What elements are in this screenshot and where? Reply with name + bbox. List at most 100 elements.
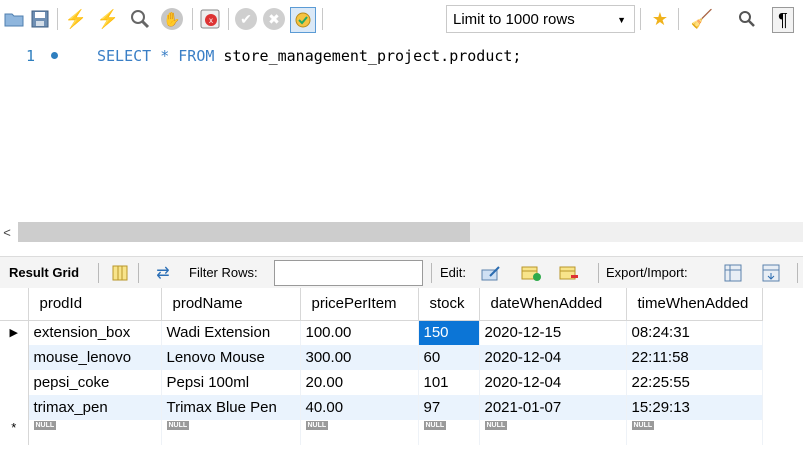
scrollbar-thumb[interactable]	[18, 222, 470, 242]
invisible-chars-icon[interactable]: ¶	[772, 7, 794, 33]
line-number: 1	[26, 47, 36, 65]
explain-icon[interactable]	[128, 7, 152, 31]
header-row: prodId prodName pricePerItem stock dateW…	[0, 288, 763, 321]
table-cell[interactable]: 2020-12-15	[479, 320, 627, 345]
null-badge: NULL	[305, 421, 329, 430]
table-cell[interactable]: 08:24:31	[626, 320, 763, 345]
result-table: prodId prodName pricePerItem stock dateW…	[0, 288, 763, 445]
delete-row-icon[interactable]	[558, 262, 580, 284]
table-cell[interactable]: 97	[418, 395, 480, 420]
autocommit-icon[interactable]	[290, 7, 316, 33]
table-cell[interactable]: 100.00	[300, 320, 419, 345]
new-row-marker[interactable]: *	[0, 420, 29, 445]
sql-keyword-select: SELECT	[97, 47, 152, 65]
result-toolbar: Result Grid ⇄ Filter Rows: Edit: Export/…	[0, 256, 803, 290]
table-row[interactable]: ▶ extension_box Wadi Extension 100.00 15…	[0, 320, 763, 345]
add-row-icon[interactable]	[520, 262, 542, 284]
column-header[interactable]: prodName	[161, 288, 301, 321]
table-cell[interactable]: 40.00	[300, 395, 419, 420]
column-header[interactable]: prodId	[28, 288, 162, 321]
column-header[interactable]: pricePerItem	[300, 288, 419, 321]
row-header-corner	[0, 288, 29, 321]
limit-rows-select[interactable]: Limit to 1000 rows ▼	[446, 5, 635, 33]
result-grid-label[interactable]: Result Grid	[9, 265, 79, 280]
save-icon[interactable]	[28, 7, 52, 31]
statement-marker-icon	[51, 52, 58, 59]
filter-rows-input[interactable]	[274, 260, 423, 286]
table-cell[interactable]: Lenovo Mouse	[161, 345, 301, 370]
table-cell[interactable]: Wadi Extension	[161, 320, 301, 345]
scroll-left-icon[interactable]: <	[0, 224, 14, 240]
table-row[interactable]: pepsi_coke Pepsi 100ml 20.00 101 2020-12…	[0, 370, 763, 395]
row-header[interactable]	[0, 345, 29, 370]
editor-horizontal-scrollbar[interactable]: <	[0, 220, 803, 244]
sql-editor[interactable]: 1 SELECT * FROM store_management_project…	[0, 40, 803, 218]
null-badge: NULL	[423, 421, 447, 430]
export-icon[interactable]	[722, 262, 744, 284]
selected-cell[interactable]: 150	[418, 320, 480, 345]
null-cell[interactable]: NULL	[626, 420, 763, 445]
add-snippet-icon[interactable]: ★	[648, 7, 672, 31]
null-cell[interactable]: NULL	[28, 420, 162, 445]
sql-star: *	[151, 47, 179, 65]
column-header[interactable]: timeWhenAdded	[626, 288, 763, 321]
table-cell[interactable]: 22:11:58	[626, 345, 763, 370]
new-row[interactable]: * NULL NULL NULL NULL NULL NULL	[0, 420, 763, 445]
edit-row-icon[interactable]	[480, 262, 502, 284]
query-toolbar: ⚡ ⚡ ✋ x ✔ ✖ Limit to 1000 rows ▼ ★ 🧹 ¶	[0, 0, 803, 40]
scrollbar-track[interactable]	[470, 222, 803, 242]
null-badge: NULL	[33, 421, 57, 430]
row-header[interactable]	[0, 370, 29, 395]
table-cell[interactable]: pepsi_coke	[28, 370, 162, 395]
table-cell[interactable]: 2021-01-07	[479, 395, 627, 420]
sql-statement[interactable]: SELECT * FROM store_management_project.p…	[97, 47, 521, 65]
table-row[interactable]: mouse_lenovo Lenovo Mouse 300.00 60 2020…	[0, 345, 763, 370]
table-cell[interactable]: Trimax Blue Pen	[161, 395, 301, 420]
table-cell[interactable]: 15:29:13	[626, 395, 763, 420]
stop-icon[interactable]: ✋	[160, 7, 184, 31]
current-row-marker[interactable]: ▶	[0, 320, 29, 345]
column-header[interactable]: dateWhenAdded	[479, 288, 627, 321]
null-badge: NULL	[484, 421, 508, 430]
null-badge: NULL	[631, 421, 655, 430]
svg-text:x: x	[209, 16, 213, 25]
result-grid: prodId prodName pricePerItem stock dateW…	[0, 288, 803, 469]
table-cell[interactable]: 2020-12-04	[479, 370, 627, 395]
chevron-down-icon: ▼	[617, 15, 626, 25]
toggle-stop-on-error-icon[interactable]: x	[198, 7, 222, 31]
null-badge: NULL	[166, 421, 190, 430]
sql-table-ref: store_management_project.product;	[214, 47, 522, 65]
table-cell[interactable]: Pepsi 100ml	[161, 370, 301, 395]
sql-keyword-from: FROM	[178, 47, 215, 65]
filter-rows-label: Filter Rows:	[189, 265, 258, 280]
refresh-icon[interactable]: ⇄	[152, 262, 174, 284]
table-cell[interactable]: 2020-12-04	[479, 345, 627, 370]
export-import-label: Export/Import:	[606, 265, 688, 280]
folder-icon[interactable]	[2, 7, 26, 31]
row-header[interactable]	[0, 395, 29, 420]
import-icon[interactable]	[760, 262, 782, 284]
rollback-icon[interactable]: ✖	[262, 7, 286, 31]
table-row[interactable]: trimax_pen Trimax Blue Pen 40.00 97 2021…	[0, 395, 763, 420]
edit-label: Edit:	[440, 265, 467, 280]
limit-rows-label: Limit to 1000 rows	[453, 10, 575, 28]
null-cell[interactable]: NULL	[479, 420, 627, 445]
execute-icon[interactable]: ⚡	[64, 7, 88, 31]
table-cell[interactable]: 22:25:55	[626, 370, 763, 395]
table-cell[interactable]: extension_box	[28, 320, 162, 345]
beautify-icon[interactable]: 🧹	[690, 7, 714, 31]
table-cell[interactable]: mouse_lenovo	[28, 345, 162, 370]
table-cell[interactable]: 101	[418, 370, 480, 395]
table-cell[interactable]: 60	[418, 345, 480, 370]
column-header[interactable]: stock	[418, 288, 480, 321]
null-cell[interactable]: NULL	[161, 420, 301, 445]
table-cell[interactable]: 20.00	[300, 370, 419, 395]
execute-current-icon[interactable]: ⚡	[96, 7, 120, 31]
commit-icon[interactable]: ✔	[234, 7, 258, 31]
null-cell[interactable]: NULL	[300, 420, 419, 445]
find-icon[interactable]	[735, 7, 759, 31]
grid-layout-icon[interactable]	[109, 262, 131, 284]
table-cell[interactable]: trimax_pen	[28, 395, 162, 420]
null-cell[interactable]: NULL	[418, 420, 480, 445]
table-cell[interactable]: 300.00	[300, 345, 419, 370]
